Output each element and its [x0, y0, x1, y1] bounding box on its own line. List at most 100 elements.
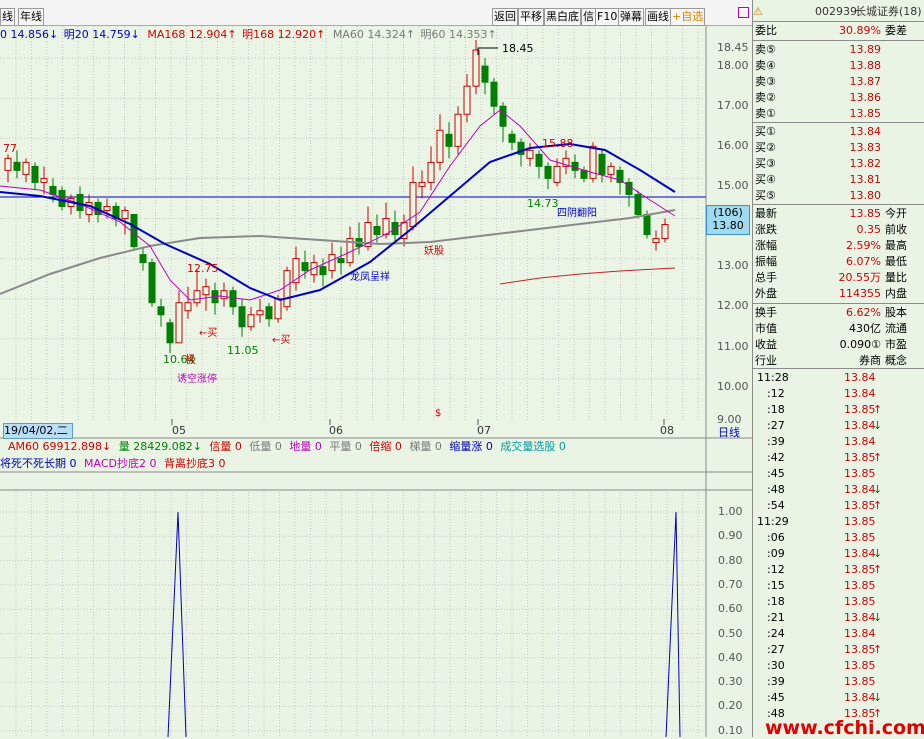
candle-body: [319, 266, 327, 276]
quote-row-extra: 前收: [885, 223, 907, 236]
tick-time: :18: [767, 595, 785, 608]
ma-legend-item: 明20 14.759↓: [63, 28, 140, 41]
volume-legend-item: 地量 0: [289, 440, 322, 453]
black-white-button[interactable]: 黑白底: [544, 8, 581, 26]
tick-arrow: ↓: [873, 611, 883, 624]
quote-row: 涨幅 2.59% 最高: [753, 238, 924, 254]
high-price-label: 18.45: [502, 42, 534, 55]
candle-body: [598, 153, 606, 175]
indicator-axis-label: 0.30: [718, 675, 743, 689]
candle-body: [337, 258, 345, 264]
indicator-axis-label: 0.80: [718, 553, 743, 567]
candle-body: [661, 224, 669, 240]
tick-time: :39: [767, 675, 785, 688]
candle-body: [580, 169, 588, 179]
candle-body: [427, 161, 435, 183]
tick-price: 13.84: [844, 691, 876, 704]
stock-name: 长城证券(18): [855, 5, 922, 18]
candle-body: [535, 153, 543, 167]
volume-legend-item: 低量 0: [249, 440, 282, 453]
panel-toggle-icon[interactable]: [738, 7, 749, 18]
tick-time: :24: [767, 627, 785, 640]
tick-arrow: ↑: [873, 403, 883, 416]
volume-legend-item: 量 28429.082↓: [118, 440, 202, 453]
period-selector[interactable]: 日线: [718, 424, 740, 440]
tick-time: :18: [767, 403, 785, 416]
candle-body: [76, 193, 84, 211]
back-button[interactable]: 返回: [492, 8, 518, 26]
tick-price: 13.85: [844, 515, 876, 528]
tick-time: :27: [767, 643, 785, 656]
tick-row: :18 13.85 ↑: [753, 402, 924, 418]
price-label: 77: [3, 142, 17, 155]
price-label: 11.05: [227, 344, 259, 357]
price-tag-count: (106): [713, 206, 743, 219]
quote-row: 外盘 114355 内盘: [753, 286, 924, 302]
tick-price: 13.84: [844, 483, 876, 496]
dollar-marker: $: [435, 408, 442, 419]
tick-time: :42: [767, 451, 785, 464]
quote-row: 最新 13.85 今开: [753, 206, 924, 222]
candle-body: [139, 254, 147, 264]
candle-body: [373, 226, 381, 236]
quote-row: 卖① 13.85: [753, 106, 924, 122]
tick-price: 13.84: [844, 419, 876, 432]
quote-row: 振幅 6.07% 最低: [753, 254, 924, 270]
quote-row-label: 卖④: [755, 59, 776, 72]
price-axis-label: 18.45: [717, 41, 749, 54]
tick-time: :12: [767, 387, 785, 400]
time-axis-label: 08: [660, 424, 674, 437]
quote-row-extra: 量比: [885, 271, 907, 284]
indicator-axis-label: 0.60: [718, 602, 743, 616]
quote-row-label: 买④: [755, 173, 776, 186]
tick-arrow: ↓: [873, 691, 883, 704]
candle-body: [544, 165, 552, 179]
candle-body: [247, 314, 255, 328]
f10-button[interactable]: F10: [595, 8, 620, 26]
candle-body: [4, 157, 12, 171]
candle-body: [121, 209, 129, 219]
warning-icon[interactable]: ⚠: [753, 4, 763, 20]
buy-signal: ←买: [272, 335, 291, 346]
danmu-button[interactable]: 弹幕: [618, 8, 644, 26]
tick-price: 13.84: [844, 627, 876, 640]
weibi-value: 30.89%: [839, 24, 881, 37]
indicator-axis-label: 0.70: [718, 577, 743, 591]
tab-year-line[interactable]: 年线: [18, 8, 44, 26]
quote-row: 涨跌 0.35 前收: [753, 222, 924, 238]
tick-time: :21: [767, 611, 785, 624]
signal-button[interactable]: 信: [581, 8, 596, 26]
pan-button[interactable]: 平移: [518, 8, 544, 26]
tick-time: :45: [767, 691, 785, 704]
indicator-axis-label: 1.00: [718, 505, 743, 518]
candle-body: [22, 161, 30, 175]
draw-line-button[interactable]: 画线: [645, 8, 671, 26]
quote-row-label: 最新: [755, 207, 777, 220]
tick-price: 13.84: [844, 435, 876, 448]
tick-time: :06: [767, 531, 785, 544]
add-favorite-button[interactable]: +自选: [670, 8, 706, 26]
tick-price: 13.85: [844, 451, 876, 464]
candle-body: [643, 213, 651, 236]
candle-body: [283, 270, 291, 308]
tick-time: :12: [767, 563, 785, 576]
quote-row-extra: 概念: [885, 354, 907, 367]
quote-row-label: 卖⑤: [755, 43, 776, 56]
tick-arrow: ↓: [873, 483, 883, 496]
tick-price: 13.85: [844, 563, 876, 576]
quote-row-value: 0.090①: [839, 338, 881, 351]
quote-row-value: 2.59%: [846, 239, 881, 252]
candle-body: [130, 213, 138, 248]
tick-time: :15: [767, 579, 785, 592]
indicator-axis-label: 0.40: [718, 650, 743, 664]
tick-row: :39 13.84: [753, 434, 924, 450]
volume-legend: AM60 69912.898↓ 量 28429.082↓ 信量 0 低量 0 地…: [0, 439, 752, 455]
time-axis-label: 06: [329, 424, 343, 437]
indicator-axis-label: 0.50: [718, 626, 743, 640]
tab-line[interactable]: 线: [0, 8, 15, 26]
volume-legend-item: 信量 0: [209, 440, 242, 453]
quote-row: 市值 430亿 流通: [753, 321, 924, 337]
tick-price: 13.84: [844, 387, 876, 400]
tick-time: :27: [767, 419, 785, 432]
quote-row: 卖③ 13.87: [753, 74, 924, 90]
